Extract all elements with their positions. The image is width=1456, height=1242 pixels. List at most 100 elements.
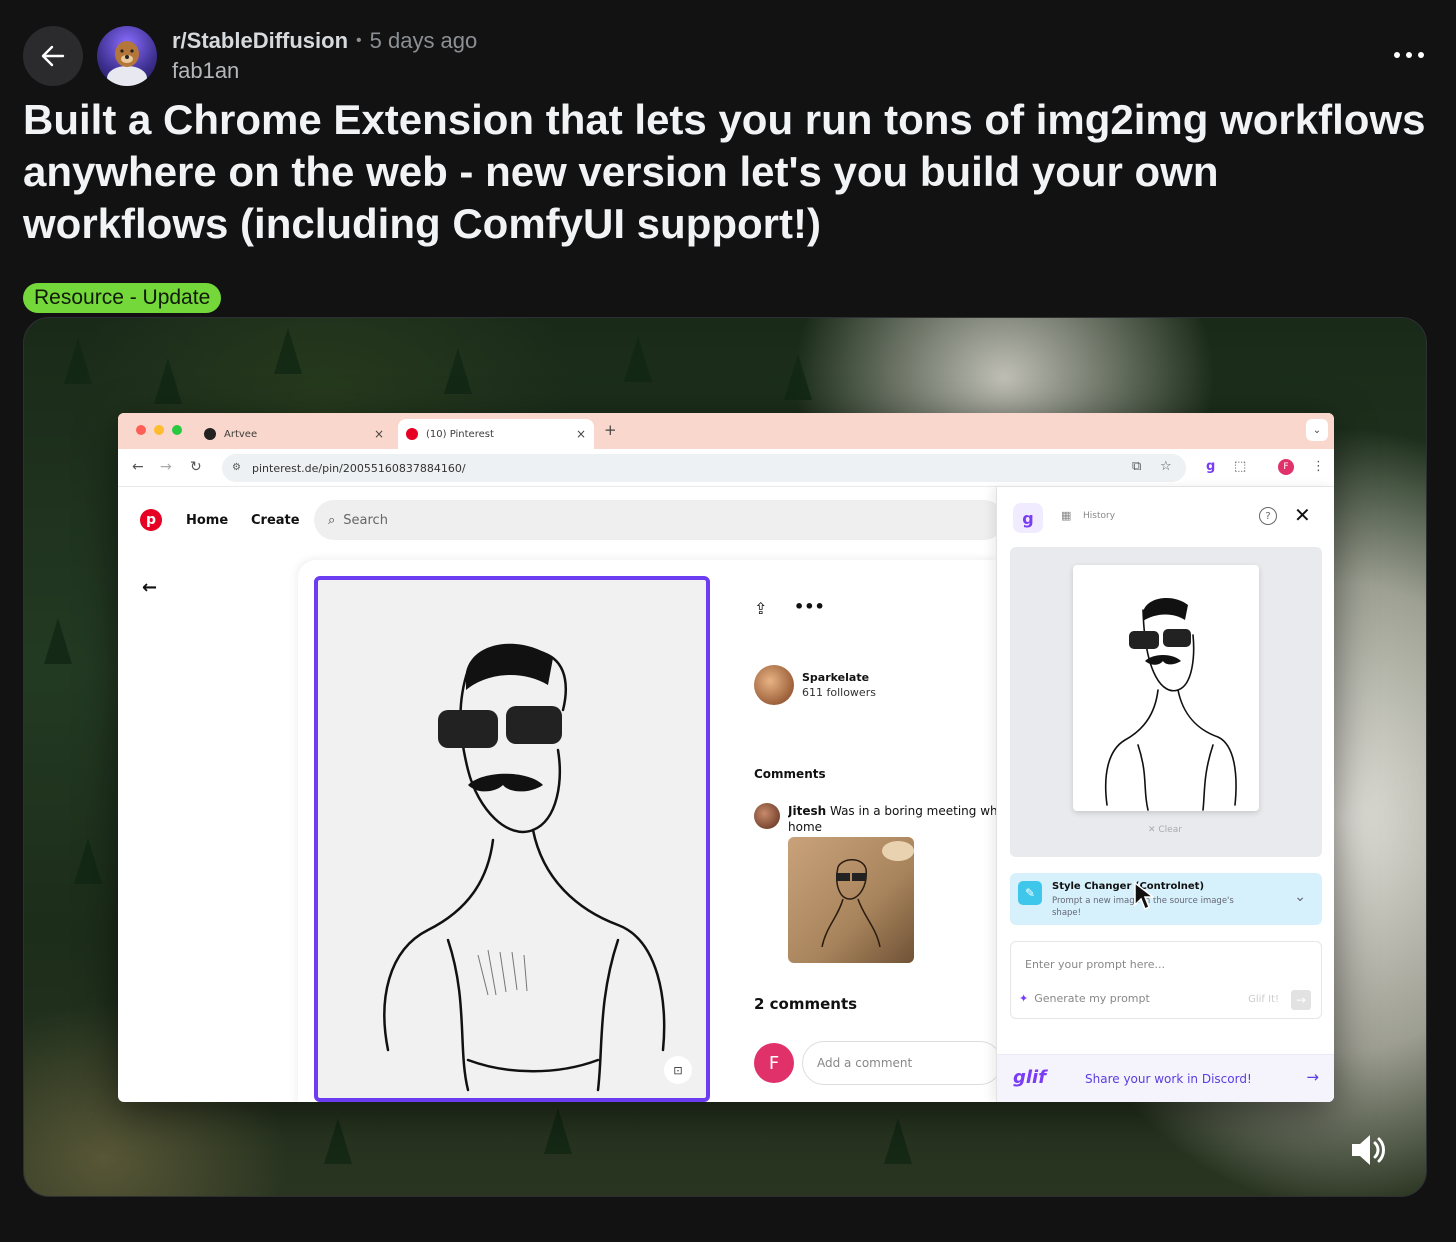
post-time: 5 days ago — [369, 28, 478, 53]
comment-body-2: home — [788, 820, 823, 834]
help-icon[interactable]: ? — [1259, 507, 1277, 525]
search-icon: ⌕ — [328, 512, 336, 528]
comment-text: Jitesh Was in a boring meeting wh home — [788, 803, 998, 835]
arrow-right-icon: → — [1295, 993, 1307, 1007]
extensions-puzzle-icon[interactable]: ⬚ — [1234, 459, 1246, 474]
prompt-input[interactable]: Enter your prompt here... — [1025, 958, 1165, 971]
history-grid-icon[interactable]: ▦ — [1061, 509, 1071, 522]
install-app-icon[interactable]: ⧉ — [1132, 459, 1141, 474]
generate-label: Generate my prompt — [1034, 992, 1150, 1005]
brush-icon: ✎ — [1018, 881, 1042, 905]
tree-decoration — [544, 1108, 572, 1154]
more-options-button[interactable] — [1394, 44, 1424, 66]
panel-footer: glif Share your work in Discord! → — [997, 1054, 1334, 1102]
address-bar[interactable]: ⚙ pinterest.de/pin/20055160837884160/ — [222, 454, 1186, 482]
window-controls — [136, 425, 182, 435]
glif-extension-icon[interactable]: g — [1206, 459, 1215, 474]
pinterest-icon — [406, 428, 418, 440]
browser-toolbar: ← → ↻ ⚙ pinterest.de/pin/200551608378841… — [118, 449, 1334, 487]
creator-avatar[interactable] — [754, 665, 794, 705]
search-placeholder: Search — [343, 512, 388, 528]
nav-create[interactable]: Create — [251, 513, 300, 528]
visual-search-button[interactable]: ⊡ — [664, 1056, 692, 1084]
dot-icon — [1406, 52, 1412, 58]
minimize-window-icon[interactable] — [154, 425, 164, 435]
source-image-preview: ✕ Clear — [1010, 547, 1322, 857]
tab-close-icon[interactable]: × — [576, 427, 586, 441]
glif-it-button[interactable]: → — [1291, 990, 1311, 1010]
post-author[interactable]: fab1an — [172, 58, 239, 84]
site-settings-icon[interactable]: ⚙ — [232, 462, 241, 473]
arrow-right-icon[interactable]: → — [1306, 1068, 1319, 1086]
profile-avatar[interactable]: F — [1278, 459, 1294, 475]
arrow-left-icon — [41, 45, 65, 67]
meta-separator: • — [356, 32, 362, 49]
back-button[interactable] — [23, 26, 83, 86]
glif-extension-panel: g ▦ History ? ✕ ✕ Clear ✎ Style Changer … — [996, 487, 1334, 1102]
tree-decoration — [444, 348, 472, 394]
browser-window: Artvee × (10) Pinterest × + ⌄ ← → ↻ ⚙ pi… — [118, 413, 1334, 1102]
comment-body: Was in a boring meeting wh — [829, 804, 998, 818]
history-link[interactable]: History — [1083, 511, 1115, 521]
pin-image[interactable]: ⊡ — [314, 576, 710, 1102]
tab-close-icon[interactable]: × — [374, 427, 384, 441]
back-arrow-icon[interactable]: ← — [132, 459, 144, 475]
tree-decoration — [624, 336, 652, 382]
forward-arrow-icon[interactable]: → — [160, 459, 172, 475]
glif-brand-logo[interactable]: glif — [1013, 1067, 1046, 1088]
workflow-selector[interactable]: ✎ Style Changer (Controlnet) Prompt a ne… — [1010, 873, 1322, 925]
creator-followers: 611 followers — [802, 686, 876, 699]
new-tab-button[interactable]: + — [604, 421, 617, 439]
tree-decoration — [64, 338, 92, 384]
pinterest-logo-icon[interactable]: p — [140, 509, 162, 531]
post-flair[interactable]: Resource - Update — [23, 283, 222, 313]
clear-button[interactable]: ✕ Clear — [1148, 825, 1182, 835]
tree-decoration — [274, 328, 302, 374]
sketch-illustration — [383, 643, 666, 1092]
subreddit-avatar[interactable] — [97, 26, 157, 86]
dot-icon — [1418, 52, 1424, 58]
mute-toggle-button[interactable] — [1348, 1130, 1388, 1170]
tab-search-button[interactable]: ⌄ — [1306, 419, 1328, 441]
add-comment-input[interactable]: Add a comment — [802, 1041, 1002, 1085]
discord-link[interactable]: Share your work in Discord! — [1085, 1072, 1252, 1086]
my-avatar: F — [754, 1043, 794, 1083]
back-arrow-icon[interactable]: ← — [142, 577, 157, 598]
tab-pinterest[interactable]: (10) Pinterest × — [398, 419, 594, 449]
close-window-icon[interactable] — [136, 425, 146, 435]
browser-menu-icon[interactable]: ⋮ — [1312, 459, 1325, 474]
workflow-name: Style Changer (Controlnet) — [1052, 881, 1205, 892]
commenter-avatar[interactable] — [754, 803, 780, 829]
artvee-icon — [204, 428, 216, 440]
post-title: Built a Chrome Extension that lets you r… — [23, 96, 1426, 247]
post-meta: r/StableDiffusion • 5 days ago — [172, 28, 477, 54]
tree-decoration — [74, 838, 102, 884]
tab-label: Artvee — [224, 428, 258, 440]
commenter-name[interactable]: Jitesh — [788, 804, 826, 818]
share-icon[interactable]: ⇪ — [754, 599, 767, 618]
generate-prompt-button[interactable]: ✦ Generate my prompt — [1019, 992, 1150, 1005]
bookmark-star-icon[interactable]: ☆ — [1160, 459, 1172, 474]
dot-icon — [1394, 52, 1400, 58]
url-text: pinterest.de/pin/20055160837884160/ — [252, 461, 466, 475]
reload-icon[interactable]: ↻ — [190, 459, 202, 475]
tree-decoration — [324, 1118, 352, 1164]
nav-home[interactable]: Home — [186, 513, 228, 528]
chevron-down-icon: ⌄ — [1312, 424, 1322, 436]
page-content: p Home Create ⌕ Search ← ⊡ ⇪ ••• Sparkel… — [118, 487, 1334, 1102]
glif-logo-icon[interactable]: g — [1013, 503, 1043, 533]
comments-heading: Comments — [754, 767, 826, 781]
comment-image[interactable] — [788, 837, 914, 963]
creator-name[interactable]: Sparkelate — [802, 671, 869, 684]
tree-decoration — [154, 358, 182, 404]
post-video[interactable]: Artvee × (10) Pinterest × + ⌄ ← → ↻ ⚙ pi… — [23, 317, 1427, 1197]
tab-artvee[interactable]: Artvee × — [196, 419, 392, 449]
more-icon[interactable]: ••• — [794, 597, 825, 616]
speaker-icon — [1352, 1135, 1385, 1165]
maximize-window-icon[interactable] — [172, 425, 182, 435]
mouse-cursor-icon — [1134, 881, 1155, 911]
pinterest-search-input[interactable]: ⌕ Search — [314, 500, 1004, 540]
chevron-down-icon: ⌄ — [1294, 889, 1306, 905]
subreddit-name[interactable]: r/StableDiffusion — [172, 28, 348, 54]
close-icon[interactable]: ✕ — [1294, 503, 1311, 527]
